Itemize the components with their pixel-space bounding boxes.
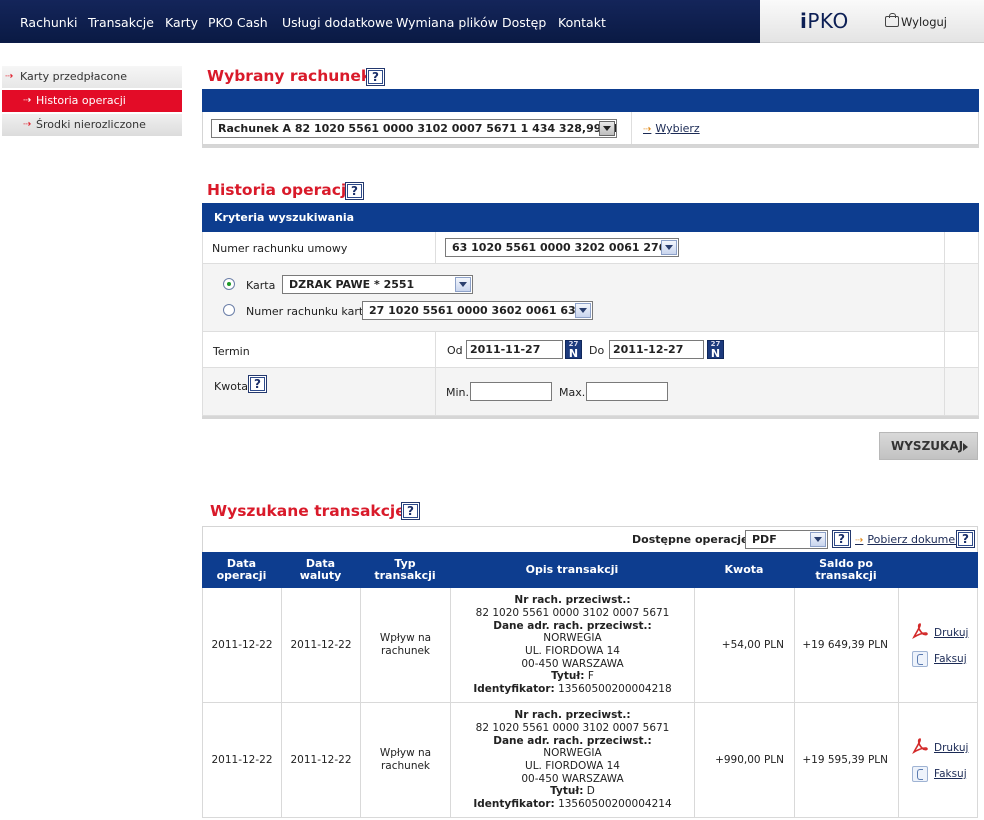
main-nav: Rachunki Transakcje Karty PKO Cash Usług… xyxy=(0,0,760,43)
date-from-input[interactable]: 2011-11-27 xyxy=(466,340,563,359)
account-select[interactable]: Rachunek A 82 1020 5561 0000 3102 0007 5… xyxy=(211,119,617,138)
type-cell: Wpływ na rachunek xyxy=(361,588,451,702)
contract-account-label: Numer rachunku umowy xyxy=(212,242,348,255)
section-title-selected-account: Wybrany rachunek xyxy=(207,67,372,85)
print-link[interactable]: Drukuj xyxy=(934,742,968,754)
description-cell: Nr rach. przeciwst.: 82 1020 5561 0000 3… xyxy=(451,703,695,817)
card-account-radio-label: Numer rachunku karty xyxy=(246,305,370,318)
results-table-header: Data operacji Data waluty Typ transakcji… xyxy=(202,552,978,588)
card-select[interactable]: DZRAK PAWE * 2551 xyxy=(282,275,473,294)
search-button[interactable]: WYSZUKAJ xyxy=(879,432,978,460)
help-button[interactable]: ? xyxy=(832,530,851,548)
nav-kontakt[interactable]: Kontakt xyxy=(558,15,606,30)
table-row: 2011-12-22 2011-12-22 Wpływ na rachunek … xyxy=(202,588,978,703)
nav-dostep[interactable]: Dostęp xyxy=(502,15,546,30)
nav-rachunki[interactable]: Rachunki xyxy=(20,15,77,30)
help-button[interactable]: ? xyxy=(248,375,267,393)
help-button[interactable]: ? xyxy=(345,182,364,200)
balance-cell: +19 595,39 PLN xyxy=(795,703,899,817)
op-date-cell: 2011-12-22 xyxy=(203,588,282,702)
table-row: 2011-12-22 2011-12-22 Wpływ na rachunek … xyxy=(202,703,978,818)
top-bar: Rachunki Transakcje Karty PKO Cash Usług… xyxy=(0,0,984,43)
amount-label: Kwota xyxy=(214,380,248,393)
description-cell: Nr rach. przeciwst.: 82 1020 5561 0000 3… xyxy=(451,588,695,702)
col-amount[interactable]: Kwota xyxy=(694,552,794,588)
sidebar-item-historia-operacji[interactable]: ⇢ Historia operacji xyxy=(2,90,182,112)
choose-account-link[interactable]: ⇢ Wybierz xyxy=(643,122,700,135)
ops-select[interactable]: PDF xyxy=(745,530,828,549)
account-header-bar xyxy=(202,89,979,112)
date-to-input[interactable]: 2011-12-27 xyxy=(609,340,704,359)
balance-cell: +19 649,39 PLN xyxy=(795,588,899,702)
fax-icon[interactable] xyxy=(912,766,928,782)
max-label: Max. xyxy=(559,386,586,399)
arrow-right-icon: ⇢ xyxy=(5,71,14,82)
col-op-date[interactable]: Data operacji xyxy=(202,552,281,588)
fax-link[interactable]: Faksuj xyxy=(934,653,967,665)
card-radio-label: Karta xyxy=(246,279,276,292)
logo-area: iPKO Wyloguj xyxy=(760,0,984,43)
card-radio[interactable] xyxy=(223,278,235,290)
ops-label: Dostępne operacje: xyxy=(632,533,753,546)
value-date-cell: 2011-12-22 xyxy=(282,703,361,817)
op-date-cell: 2011-12-22 xyxy=(203,703,282,817)
card-account-select[interactable]: 27 1020 5561 0000 3602 0061 6318 xyxy=(362,301,593,320)
sidebar-item-srodki-nierozliczone[interactable]: ⇢ Środki nierozliczone xyxy=(2,114,182,136)
section-title-results: Wyszukane transakcje xyxy=(210,502,406,520)
section-title-history: Historia operacji xyxy=(207,181,352,199)
from-label: Od xyxy=(447,344,463,357)
nav-wymiana-plikow[interactable]: Wymiana plików xyxy=(396,15,498,30)
calendar-icon[interactable]: 27 N xyxy=(707,340,724,359)
sidebar-item-label: Historia operacji xyxy=(36,94,126,107)
sidebar-item-label: Karty przedpłacone xyxy=(20,70,127,83)
sidebar: ⇢ Karty przedpłacone ⇢ Historia operacji… xyxy=(2,66,182,138)
arrow-right-icon: ⇢ xyxy=(855,535,864,546)
pdf-icon[interactable] xyxy=(912,738,928,754)
amount-cell: +990,00 PLN xyxy=(695,703,795,817)
nav-pko-cash[interactable]: PKO Cash xyxy=(208,15,268,30)
col-description[interactable]: Opis transakcji xyxy=(450,552,694,588)
help-button[interactable]: ? xyxy=(956,530,975,548)
type-cell: Wpływ na rachunek xyxy=(361,703,451,817)
print-link[interactable]: Drukuj xyxy=(934,627,968,639)
nav-uslugi-dodatkowe[interactable]: Usługi dodatkowe xyxy=(282,15,393,30)
help-button[interactable]: ? xyxy=(366,68,385,86)
help-button[interactable]: ? xyxy=(401,502,420,520)
ipko-logo: iPKO xyxy=(800,9,849,33)
pdf-icon[interactable] xyxy=(912,623,928,639)
amount-max-input[interactable] xyxy=(586,382,668,401)
logout-label: Wyloguj xyxy=(901,15,947,29)
nav-karty[interactable]: Karty xyxy=(165,15,198,30)
chevron-down-icon xyxy=(661,240,677,255)
amount-cell: +54,00 PLN xyxy=(695,588,795,702)
card-account-radio[interactable] xyxy=(223,304,235,316)
nav-transakcje[interactable]: Transakcje xyxy=(88,15,154,30)
criteria-header: Kryteria wyszukiwania xyxy=(202,203,979,232)
col-balance[interactable]: Saldo po transakcji xyxy=(794,552,898,588)
amount-min-input[interactable] xyxy=(470,382,552,401)
col-value-date[interactable]: Data waluty xyxy=(281,552,360,588)
arrow-right-icon: ⇢ xyxy=(643,124,652,135)
sidebar-item-label: Środki nierozliczone xyxy=(36,118,146,131)
download-document-link[interactable]: ⇢ Pobierz dokument xyxy=(855,533,966,546)
chevron-down-icon xyxy=(810,532,826,547)
chevron-down-icon xyxy=(575,303,591,318)
fax-link[interactable]: Faksuj xyxy=(934,768,967,780)
chevron-down-icon xyxy=(599,121,615,136)
arrow-right-icon: ⇢ xyxy=(23,95,32,106)
padlock-icon xyxy=(885,13,899,27)
value-date-cell: 2011-12-22 xyxy=(282,588,361,702)
col-type[interactable]: Typ transakcji xyxy=(360,552,450,588)
chevron-down-icon xyxy=(455,277,471,292)
logout-button[interactable]: Wyloguj xyxy=(885,13,947,29)
fax-icon[interactable] xyxy=(912,651,928,667)
sidebar-item-karty-przedplacone[interactable]: ⇢ Karty przedpłacone xyxy=(2,66,182,88)
play-icon xyxy=(963,443,968,451)
arrow-right-icon: ⇢ xyxy=(23,119,32,130)
to-label: Do xyxy=(589,344,605,357)
min-label: Min. xyxy=(446,386,470,399)
contract-account-select[interactable]: 63 1020 5561 0000 3202 0061 2762 xyxy=(445,238,679,257)
calendar-icon[interactable]: 27 N xyxy=(565,340,582,359)
term-label: Termin xyxy=(213,345,250,358)
